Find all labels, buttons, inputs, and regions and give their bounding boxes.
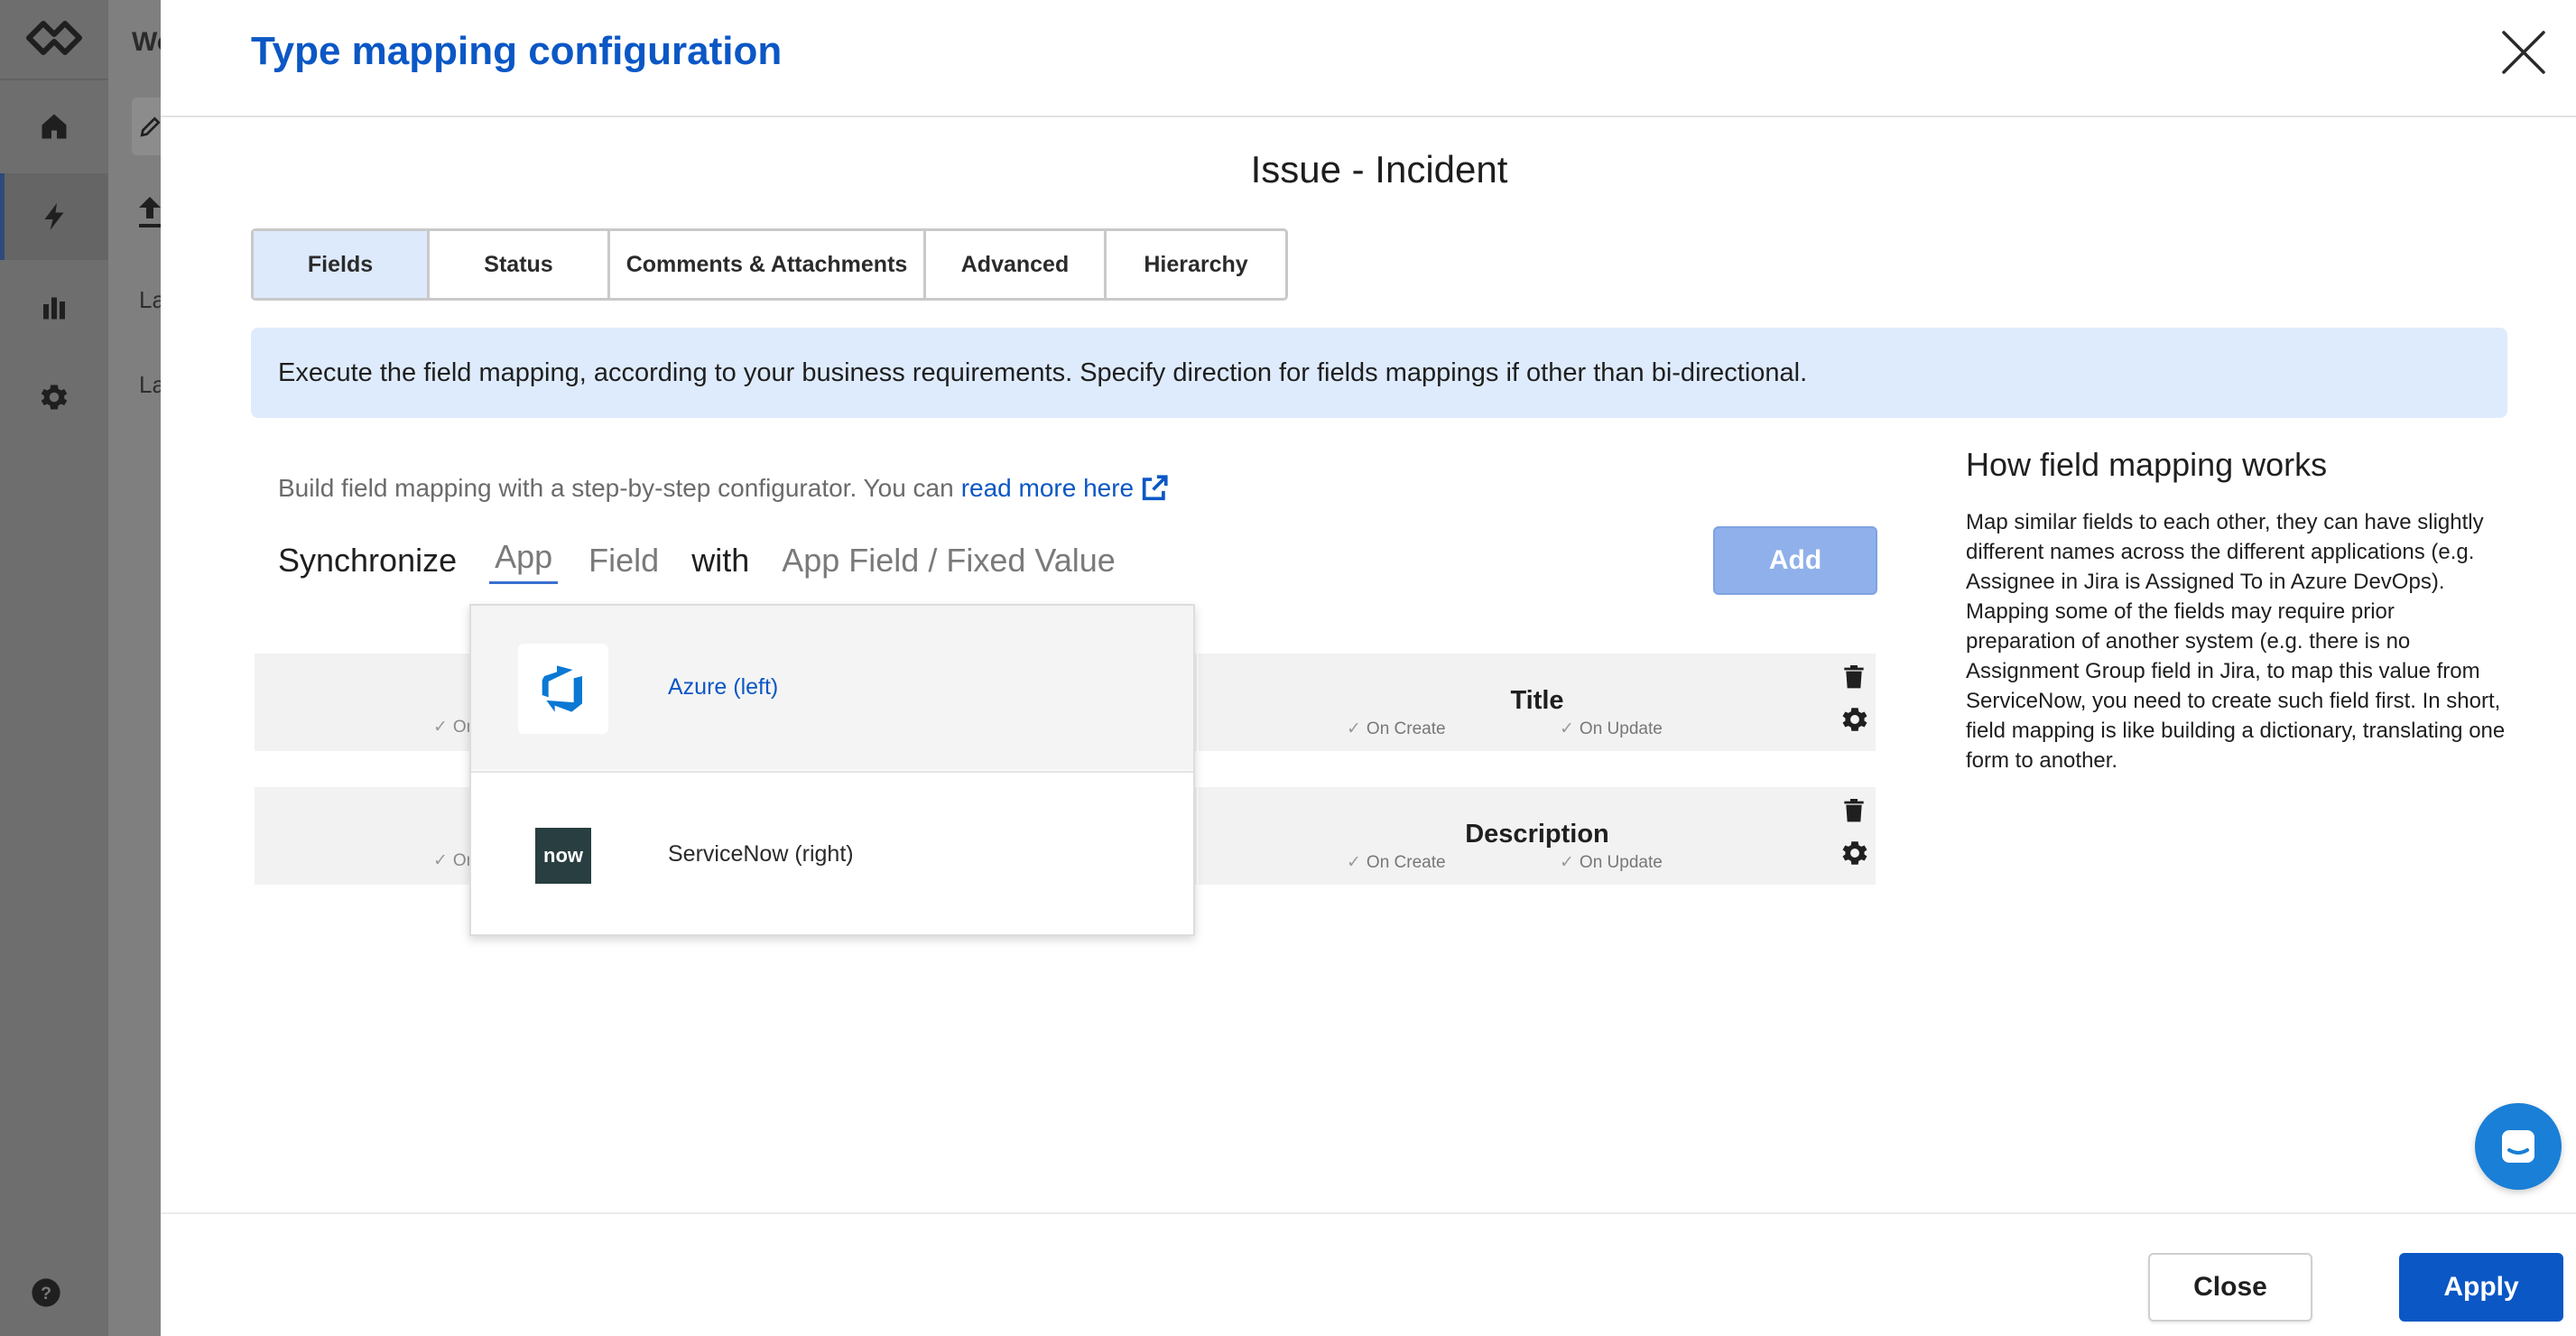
nav-reports[interactable] xyxy=(0,264,108,350)
tab-comments-attachments[interactable]: Comments & Attachments xyxy=(610,231,926,298)
on-create-flag: ✓ On Create xyxy=(1347,853,1446,872)
gear-icon[interactable] xyxy=(1839,704,1870,735)
info-banner: Execute the field mapping, according to … xyxy=(251,328,2507,418)
value-selector[interactable]: App Field / Fixed Value xyxy=(782,542,1116,580)
on-update-flag: ✓ On Update xyxy=(1560,719,1663,738)
field-name: Title xyxy=(1510,686,1564,715)
azure-devops-icon xyxy=(518,644,608,734)
synchronize-label: Synchronize xyxy=(278,542,458,579)
logo-icon xyxy=(26,21,82,55)
type-mapping-modal: Type mapping configuration Issue - Incid… xyxy=(161,0,2576,1336)
on-create-flag: ✓ On Create xyxy=(1347,719,1446,738)
trash-icon[interactable] xyxy=(1839,794,1868,825)
tab-bar: Fields Status Comments & Attachments Adv… xyxy=(251,228,1288,301)
chat-icon xyxy=(2502,1130,2534,1163)
modal-title: Type mapping configuration xyxy=(251,29,783,73)
help-panel: How field mapping works Map similar fiel… xyxy=(1966,446,2507,775)
tab-advanced[interactable]: Advanced xyxy=(926,231,1107,298)
mapping-right-cell[interactable]: Description ✓ On Create ✓ On Update xyxy=(1199,787,1876,885)
builder-hint: Build field mapping with a step-by-step … xyxy=(278,473,1170,504)
upload-icon xyxy=(139,197,161,227)
bar-chart-icon xyxy=(43,297,65,320)
svg-text:?: ? xyxy=(41,1284,51,1304)
field-selector[interactable]: Field xyxy=(588,542,659,580)
tab-fields[interactable]: Fields xyxy=(254,231,430,298)
close-icon[interactable] xyxy=(2498,27,2549,78)
chat-launcher[interactable] xyxy=(2475,1103,2562,1190)
app-dropdown: Azure (left) now ServiceNow (right) xyxy=(469,604,1195,936)
close-button[interactable]: Close xyxy=(2148,1253,2312,1322)
edit-button[interactable] xyxy=(132,97,162,155)
app-sidebar: ? xyxy=(0,0,108,1336)
dropdown-option-label: Azure (left) xyxy=(668,674,779,700)
dropdown-option-servicenow[interactable]: now ServiceNow (right) xyxy=(471,771,1193,935)
field-name: Description xyxy=(1465,820,1609,849)
builder-hint-text: Build field mapping with a step-by-step … xyxy=(278,474,954,502)
bolt-icon xyxy=(44,203,64,230)
help-title: How field mapping works xyxy=(1966,446,2328,483)
trash-icon[interactable] xyxy=(1839,661,1868,691)
with-label: with xyxy=(691,542,750,579)
nav-divider xyxy=(0,79,108,80)
on-update-flag: ✓ On Update xyxy=(1560,853,1663,872)
mapping-right-cell[interactable]: Title ✓ On Create ✓ On Update xyxy=(1199,654,1876,751)
app-selector[interactable]: App xyxy=(489,538,559,584)
read-more-link[interactable]: read more here xyxy=(961,474,1134,503)
home-icon xyxy=(42,114,67,139)
modal-header: Type mapping configuration xyxy=(161,0,2576,117)
gear-icon xyxy=(41,385,68,410)
add-button[interactable]: Add xyxy=(1713,526,1877,595)
help-text: Map similar fields to each other, they c… xyxy=(1966,510,2506,773)
external-link-icon[interactable] xyxy=(1139,473,1170,504)
tab-hierarchy[interactable]: Hierarchy xyxy=(1107,231,1285,298)
servicenow-icon: now xyxy=(518,811,608,901)
apply-button[interactable]: Apply xyxy=(2399,1253,2563,1322)
footer-divider xyxy=(161,1212,2576,1214)
pencil-icon xyxy=(140,116,161,137)
type-title: Issue - Incident xyxy=(1250,148,1508,190)
nav-home[interactable] xyxy=(0,83,108,170)
dropdown-option-label: ServiceNow (right) xyxy=(668,841,854,867)
nav-integrations[interactable] xyxy=(0,173,108,260)
tab-status[interactable]: Status xyxy=(430,231,610,298)
dropdown-option-azure[interactable]: Azure (left) xyxy=(471,606,1193,770)
help-icon[interactable]: ? xyxy=(31,1277,61,1308)
gear-icon[interactable] xyxy=(1839,838,1870,868)
nav-settings[interactable] xyxy=(0,354,108,441)
field-builder-row: Synchronize App Field with App Field / F… xyxy=(278,538,1116,584)
